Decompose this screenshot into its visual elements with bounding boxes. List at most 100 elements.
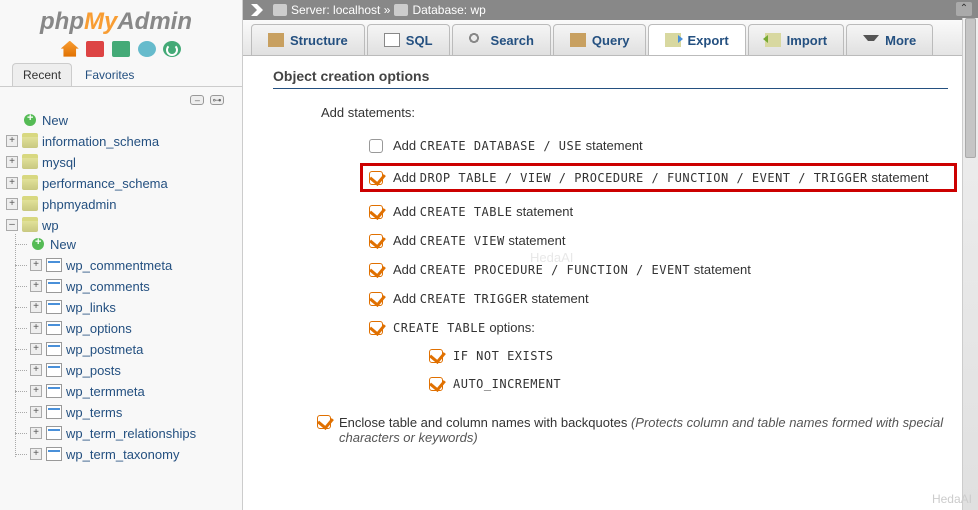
table-wp-comments[interactable]: +wp_comments [30, 278, 242, 295]
table-wp-termmeta[interactable]: +wp_termmeta [30, 383, 242, 400]
logo[interactable]: phpMyAdmin [0, 0, 242, 38]
subhead-add-statements: Add statements: [321, 105, 948, 120]
expand-icon[interactable]: + [6, 177, 18, 189]
query-icon [570, 33, 586, 47]
checkbox-create-table[interactable] [369, 205, 383, 219]
db-mysql[interactable]: + mysql [6, 154, 242, 171]
breadcrumb-db-name[interactable]: wp [470, 3, 485, 17]
search-icon [469, 33, 485, 47]
opt-create-view: Add CREATE VIEW statement [369, 227, 948, 256]
database-icon [22, 176, 38, 190]
opt-create-database: Add CREATE DATABASE / USE statement [369, 132, 948, 161]
opt-create-table: Add CREATE TABLE statement [369, 198, 948, 227]
table-wp-term-relationships[interactable]: +wp_term_relationships [30, 425, 242, 442]
checkbox-enclose-backquotes[interactable] [317, 415, 331, 429]
opt-auto-increment: AUTO_INCREMENT [429, 371, 948, 399]
table-icon [46, 279, 62, 293]
db-phpmyadmin[interactable]: + phpmyadmin [6, 196, 242, 213]
expand-icon[interactable]: + [30, 343, 42, 355]
expand-icon[interactable]: + [30, 322, 42, 334]
scrollbar[interactable] [962, 18, 978, 510]
expand-icon[interactable]: + [6, 156, 18, 168]
new-db-icon [22, 113, 38, 127]
checkbox-create-trigger[interactable] [369, 292, 383, 306]
checkbox-create-database[interactable] [369, 139, 383, 153]
nav-tree: New + information_schema + mysql [0, 110, 242, 510]
db-information-schema[interactable]: + information_schema [6, 133, 242, 150]
expand-icon[interactable]: + [6, 198, 18, 210]
table-icon [46, 258, 62, 272]
breadcrumb-db-label: Database: [412, 3, 467, 17]
expand-icon[interactable]: + [30, 301, 42, 313]
breadcrumb-arrow-icon[interactable] [251, 4, 263, 16]
tab-more[interactable]: More [846, 24, 933, 55]
table-wp-links[interactable]: +wp_links [30, 299, 242, 316]
logout-icon[interactable] [86, 41, 104, 57]
table-icon [46, 447, 62, 461]
collapse-top-icon[interactable]: ⌃ [956, 2, 972, 16]
reload-icon[interactable] [163, 41, 181, 57]
tree-new[interactable]: New [6, 112, 242, 129]
query-window-icon[interactable] [112, 41, 130, 57]
watermark: HedaAI [932, 492, 972, 506]
tab-import[interactable]: Import [748, 24, 844, 55]
sidebar-panel-tabs: Recent Favorites [0, 63, 242, 87]
import-icon [765, 33, 781, 47]
db-wp[interactable]: – wp [6, 217, 242, 234]
expand-icon[interactable]: + [30, 280, 42, 292]
checkbox-if-not-exists[interactable] [429, 349, 443, 363]
server-icon [273, 4, 287, 16]
checkbox-create-table-options[interactable] [369, 321, 383, 335]
table-wp-postmeta[interactable]: +wp_postmeta [30, 341, 242, 358]
checkbox-create-procedure[interactable] [369, 263, 383, 277]
link-icon[interactable]: ⊶ [210, 95, 224, 105]
section-title: Object creation options [273, 68, 948, 89]
tab-recent[interactable]: Recent [12, 63, 72, 86]
breadcrumb-sep: » [384, 3, 391, 17]
table-wp-posts[interactable]: +wp_posts [30, 362, 242, 379]
tab-export[interactable]: Export [648, 24, 745, 55]
database-icon [394, 4, 408, 16]
home-icon[interactable] [61, 41, 79, 57]
table-icon [46, 342, 62, 356]
main-tabs: Structure SQL Search Query Export Import… [243, 20, 978, 56]
main: Server: localhost » Database: wp ⌃ Struc… [243, 0, 978, 510]
tab-structure[interactable]: Structure [251, 24, 365, 55]
checkbox-drop-table[interactable] [369, 171, 383, 185]
tab-search[interactable]: Search [452, 24, 551, 55]
expand-icon[interactable]: + [6, 135, 18, 147]
db-performance-schema[interactable]: + performance_schema [6, 175, 242, 192]
tab-favorites[interactable]: Favorites [74, 63, 145, 86]
structure-icon [268, 33, 284, 47]
scrollbar-thumb[interactable] [965, 18, 976, 158]
database-icon [22, 155, 38, 169]
collapse-all-icon[interactable]: – [190, 95, 204, 105]
opt-create-table-options: CREATE TABLE options: [369, 314, 948, 343]
expand-icon[interactable]: + [30, 385, 42, 397]
docs-icon[interactable] [138, 41, 156, 57]
table-wp-term-taxonomy[interactable]: +wp_term_taxonomy [30, 446, 242, 463]
expand-icon[interactable]: + [30, 427, 42, 439]
expand-icon[interactable]: + [30, 364, 42, 376]
table-icon [46, 426, 62, 440]
table-wp-terms[interactable]: +wp_terms [30, 404, 242, 421]
opt-create-trigger: Add CREATE TRIGGER statement [369, 285, 948, 314]
collapse-icon[interactable]: – [6, 219, 18, 231]
new-table-icon [30, 237, 46, 251]
database-icon [22, 218, 38, 232]
expand-icon[interactable]: + [30, 259, 42, 271]
tab-query[interactable]: Query [553, 24, 647, 55]
table-wp-commentmeta[interactable]: +wp_commentmeta [30, 257, 242, 274]
tree-new-table[interactable]: New [30, 236, 242, 253]
tab-sql[interactable]: SQL [367, 24, 450, 55]
expand-icon[interactable]: + [30, 448, 42, 460]
table-wp-options[interactable]: +wp_options [30, 320, 242, 337]
expand-icon[interactable]: + [30, 406, 42, 418]
breadcrumb-server-name[interactable]: localhost [333, 3, 380, 17]
table-icon [46, 300, 62, 314]
sidebar: phpMyAdmin Recent Favorites – ⊶ New [0, 0, 243, 510]
export-options: Object creation options Add statements: … [243, 56, 978, 510]
table-icon [46, 321, 62, 335]
checkbox-auto-increment[interactable] [429, 377, 443, 391]
checkbox-create-view[interactable] [369, 234, 383, 248]
